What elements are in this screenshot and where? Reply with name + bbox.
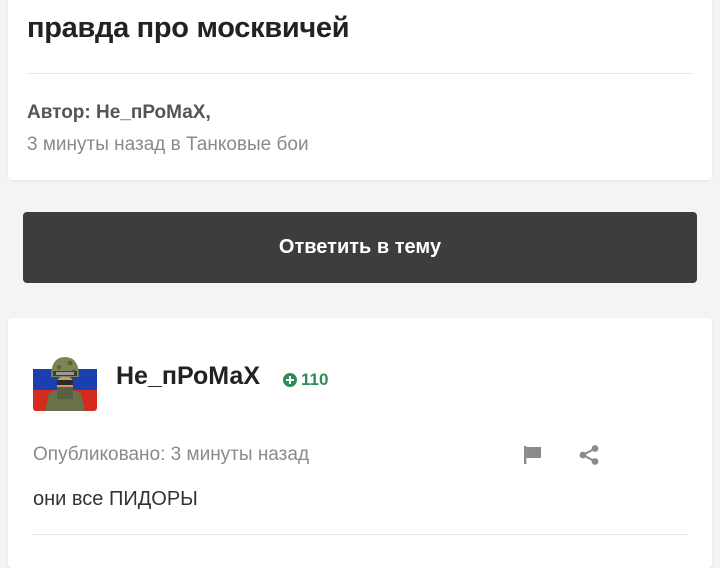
plus-circle-icon: [283, 373, 297, 387]
avatar[interactable]: [33, 347, 97, 411]
reply-to-topic-button[interactable]: Ответить в тему: [23, 212, 697, 283]
topic-title: правда про москвичей: [27, 12, 350, 44]
divider: [33, 534, 687, 535]
share-icon: [579, 445, 599, 465]
topic-author[interactable]: Автор: Не_пРоМаХ,: [27, 102, 211, 124]
reputation-badge: 110: [283, 370, 328, 390]
report-button[interactable]: [522, 444, 544, 466]
post-date: Опубликовано: 3 минуты назад: [33, 444, 310, 465]
topic-meta: 3 минуты назад в Танковые бои: [27, 134, 309, 155]
post-card: Не_пРоМаХ 110 Опубликовано: 3 минуты наз…: [8, 318, 712, 568]
flag-icon: [524, 446, 541, 464]
share-button[interactable]: [578, 444, 600, 466]
topic-header-card: правда про москвичей Автор: Не_пРоМаХ, 3…: [8, 0, 712, 180]
post-author-name[interactable]: Не_пРоМаХ: [116, 362, 260, 391]
divider: [27, 73, 693, 74]
reputation-count: 110: [301, 370, 329, 389]
post-content: они все ПИДОРЫ: [33, 488, 198, 510]
